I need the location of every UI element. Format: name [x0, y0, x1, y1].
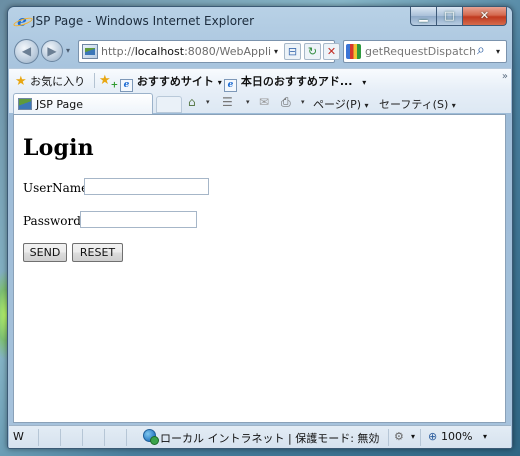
safety-menu-dropdown-icon: ▾ [451, 101, 456, 110]
navigation-bar: ◀ ▶ ▾ http://localhost:8080/WebApplicati… [8, 36, 512, 69]
add-favorite-button[interactable]: ★+ [99, 73, 118, 91]
intranet-zone-icon [143, 429, 159, 445]
maximize-icon: □ [444, 9, 455, 22]
ie-page-icon: e [224, 79, 237, 92]
tab-row: JSP Page ⌂ ▾ ☰ ▾ ✉ ⎙ ▾ ページ(P) ▾ セーフティ(S)… [9, 92, 511, 114]
favorite-link-recommended-sites[interactable]: e おすすめサイト ▾ [120, 73, 222, 92]
status-cell [392, 429, 421, 446]
address-prefix: http:// [101, 45, 135, 58]
password-label: Password : [23, 214, 89, 228]
recent-pages-dropdown[interactable]: ▾ [66, 46, 70, 55]
address-url[interactable]: http://localhost:8080/WebApplication [101, 45, 271, 58]
favorites-label: お気に入り [30, 75, 86, 88]
compatibility-view-icon[interactable]: ⊟ [284, 43, 301, 60]
search-icon[interactable]: ⌕ [477, 42, 485, 58]
toolbar-overflow-chevron-icon[interactable]: » [502, 71, 508, 82]
back-arrow-icon: ◀ [21, 44, 32, 58]
status-bar: W ローカル イントラネット | 保護モード: 無効 ⚙ ▾ ⊕ 100% ▾ [9, 425, 511, 448]
status-cell [83, 429, 105, 446]
print-dropdown-icon[interactable]: ▾ [301, 98, 305, 106]
new-tab-button[interactable] [156, 96, 182, 113]
back-button[interactable]: ◀ [14, 39, 39, 64]
window-title: JSP Page - Windows Internet Explorer [32, 14, 255, 28]
ie-window: e JSP Page - Windows Internet Explorer ▁… [7, 6, 513, 449]
favorite-dropdown-icon: ▾ [217, 78, 222, 87]
toolbar-area: ★ お気に入り ★+ e おすすめサイト ▾ e 本日のおすすめアド... ▾ … [9, 68, 511, 114]
close-icon: ✕ [479, 9, 490, 22]
address-host: localhost [134, 45, 185, 58]
add-to-favorites-icon: ★+ [99, 73, 119, 91]
safety-menu-label: セーフティ(S) [379, 98, 449, 111]
favorite-link-todays-addons[interactable]: e 本日のおすすめアド... ▾ [224, 73, 366, 92]
stop-button[interactable]: ✕ [323, 43, 340, 60]
home-dropdown-icon[interactable]: ▾ [206, 98, 210, 106]
ie-logo-icon: e [14, 13, 30, 29]
maximize-button[interactable]: □ [437, 7, 463, 26]
page-content: Login UserName : Password : SEND RESET [13, 114, 506, 423]
tab-label: JSP Page [36, 98, 83, 111]
security-zone-text[interactable]: ローカル イントラネット | 保護モード: 無効 [160, 430, 379, 446]
zoom-icon[interactable]: ⊕ [428, 430, 437, 443]
status-cell [9, 429, 39, 446]
caption-buttons: ▁ □ ✕ [410, 7, 507, 26]
password-input[interactable] [80, 211, 197, 228]
feeds-icon[interactable]: ☰ [222, 95, 233, 109]
search-input[interactable]: getRequestDispatcher [365, 45, 475, 58]
status-cell [39, 429, 61, 446]
search-options-dropdown[interactable]: ▾ [496, 47, 500, 56]
print-icon[interactable]: ⎙ [281, 95, 291, 110]
favorite-link-label: 本日のおすすめアド... [240, 75, 353, 88]
page-title: Login [23, 135, 94, 161]
page-favicon-icon [82, 44, 98, 59]
favorite-dropdown-icon: ▾ [362, 78, 367, 87]
send-button[interactable]: SEND [23, 243, 67, 262]
zoom-level[interactable]: 100% [441, 430, 472, 443]
feeds-dropdown-icon[interactable]: ▾ [246, 98, 250, 106]
minimize-button[interactable]: ▁ [410, 7, 437, 26]
address-bar[interactable]: http://localhost:8080/WebApplication ▾ ⊟… [78, 40, 340, 63]
forward-arrow-icon: ▶ [47, 44, 57, 58]
address-dropdown-icon[interactable]: ▾ [274, 47, 278, 56]
favorites-separator [94, 73, 95, 88]
favorites-bar: ★ お気に入り ★+ e おすすめサイト ▾ e 本日のおすすめアド... ▾ [9, 69, 511, 92]
status-cell [105, 429, 127, 446]
minimize-icon: ▁ [419, 9, 428, 22]
username-input[interactable] [84, 178, 209, 195]
google-provider-icon [346, 44, 361, 59]
status-cell [359, 429, 389, 446]
ie-page-icon: e [120, 79, 133, 92]
page-menu-label: ページ(P) [313, 98, 361, 111]
home-icon[interactable]: ⌂ [188, 95, 196, 109]
page-menu-button[interactable]: ページ(P) ▾ [313, 96, 369, 112]
search-box[interactable]: getRequestDispatcher ⌕ ▾ [343, 40, 507, 63]
status-cell [61, 429, 83, 446]
refresh-button[interactable]: ↻ [304, 43, 321, 60]
forward-button[interactable]: ▶ [41, 40, 63, 62]
page-favicon-icon [18, 98, 32, 110]
favorite-link-label: おすすめサイト [136, 75, 214, 88]
title-bar[interactable]: e JSP Page - Windows Internet Explorer ▁… [8, 7, 512, 35]
mail-icon[interactable]: ✉ [259, 95, 269, 109]
zoom-dropdown-icon[interactable]: ▾ [483, 432, 487, 441]
reset-button[interactable]: RESET [72, 243, 123, 262]
safety-menu-button[interactable]: セーフティ(S) ▾ [379, 96, 456, 112]
favorites-star-icon: ★ [15, 74, 27, 89]
address-path: :8080/WebApplication [184, 45, 271, 58]
favorites-button[interactable]: ★ お気に入り [15, 73, 85, 89]
page-menu-dropdown-icon: ▾ [364, 101, 369, 110]
close-button[interactable]: ✕ [463, 7, 507, 26]
tab-jsp-page[interactable]: JSP Page [13, 93, 153, 114]
